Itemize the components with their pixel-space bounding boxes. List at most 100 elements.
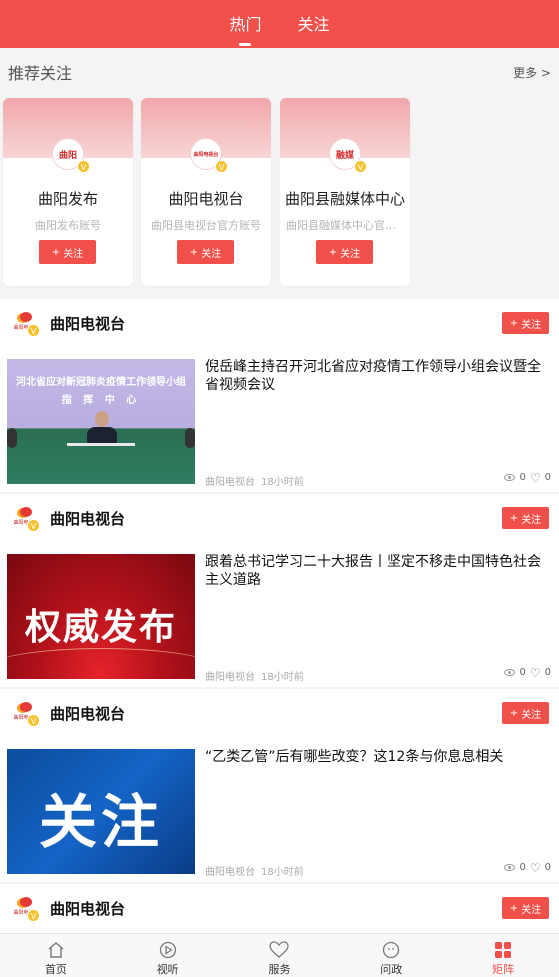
avatar: 曲阳电视台 V (190, 138, 228, 173)
article-stats: 0 ♡ 0 (504, 862, 551, 874)
follow-button[interactable]: + 关注 (39, 240, 96, 264)
follow-button[interactable]: + 关注 (502, 507, 549, 529)
article-thumbnail[interactable]: 河北省应对新冠肺炎疫情工作领导小组 指 挥 中 心 (7, 359, 195, 484)
view-count: 0 (519, 862, 526, 873)
thumbnail-caption: 指 挥 中 心 (61, 395, 141, 406)
plus-icon: + (51, 246, 61, 258)
verified-icon: V (27, 519, 40, 532)
article-source: 曲阳电视台 (205, 477, 255, 488)
heart-icon[interactable]: ♡ (530, 862, 541, 874)
channel-logo: 曲阳电视台 V (14, 311, 40, 337)
nav-home[interactable]: 首页 (0, 934, 112, 977)
nav-matrix[interactable]: 矩阵 (447, 934, 559, 977)
article-title[interactable]: “乙类乙管”后有哪些改变？这12条与你息息相关 (205, 748, 549, 766)
eye-icon (504, 474, 516, 481)
follow-label: 关注 (201, 248, 222, 260)
channel-name[interactable]: 曲阳电视台 (50, 313, 125, 334)
article-stats: 0 ♡ 0 (504, 472, 551, 484)
view-count: 0 (519, 472, 526, 483)
plus-icon: + (328, 246, 338, 258)
thumbnail-caption: 权威发布 (24, 607, 177, 648)
thumbnail-caption: 关注 (38, 788, 163, 856)
like-count: 0 (544, 667, 551, 678)
follow-label: 关注 (521, 709, 542, 721)
view-count: 0 (519, 667, 526, 678)
verified-icon: V (215, 160, 228, 173)
channel-name[interactable]: 曲阳电视台 (50, 898, 125, 919)
article-time: 18小时前 (261, 672, 304, 683)
avatar: 曲阳 V (52, 138, 90, 173)
article-title[interactable]: 跟着总书记学习二十大报告丨坚定不移走中国特色社会主义道路 (205, 553, 549, 589)
recommend-card[interactable]: 曲阳电视台 V 曲阳电视台 曲阳县电视台官方账号 + 关注 (141, 98, 271, 286)
nav-label: 问政 (380, 963, 403, 976)
recommend-card[interactable]: 曲阳 V 曲阳发布 曲阳发布账号 + 关注 (3, 98, 133, 286)
follow-button[interactable]: + 关注 (502, 702, 549, 724)
card-name: 曲阳电视台 (168, 190, 244, 208)
top-tab-bar: 热门 关注 (0, 0, 559, 48)
follow-label: 关注 (63, 248, 84, 260)
avatar: 融媒 V (329, 138, 367, 173)
card-name: 曲阳县融媒体中心 (284, 190, 405, 208)
nav-media[interactable]: 视听 (112, 934, 224, 977)
article-thumbnail[interactable]: 权威发布 (7, 554, 195, 679)
plus-icon: + (509, 902, 519, 914)
article-time: 18小时前 (261, 867, 304, 878)
follow-label: 关注 (521, 514, 542, 526)
nav-label: 服务 (268, 963, 291, 976)
verified-icon: V (27, 324, 40, 337)
more-link[interactable]: 更多 > (513, 64, 551, 81)
tab-hot[interactable]: 热门 (221, 0, 269, 48)
feed-item[interactable]: 曲阳电视台 V 曲阳电视台 + 关注 权威发布 跟着总书记学习二十大报告丨坚定不移… (0, 494, 559, 687)
follow-button[interactable]: + 关注 (177, 240, 234, 264)
verified-icon: V (77, 160, 90, 173)
feed-item[interactable]: 曲阳电视台 V 曲阳电视台 + 关注 河北省应对新冠肺炎疫情工作领导小组 指 挥 … (0, 299, 559, 492)
channel-name[interactable]: 曲阳电视台 (50, 703, 125, 724)
channel-name[interactable]: 曲阳电视台 (50, 508, 125, 529)
article-source: 曲阳电视台 (205, 867, 255, 878)
chat-icon (381, 940, 401, 960)
tab-following[interactable]: 关注 (290, 0, 338, 48)
follow-label: 关注 (521, 904, 542, 916)
follow-label: 关注 (521, 319, 542, 331)
nav-service[interactable]: 服务 (224, 934, 336, 977)
card-desc: 曲阳发布账号 (35, 219, 101, 232)
channel-logo: 曲阳电视台 V (14, 506, 40, 532)
follow-button[interactable]: + 关注 (316, 240, 373, 264)
article-meta: 曲阳电视台 18小时前 (205, 668, 304, 683)
channel-logo: 曲阳电视台 V (14, 896, 40, 922)
play-icon (158, 940, 178, 960)
article-meta: 曲阳电视台 18小时前 (205, 473, 304, 488)
plus-icon: + (509, 512, 519, 524)
feed-header: 曲阳电视台 V 曲阳电视台 + 关注 (0, 689, 559, 739)
feed-item[interactable]: 曲阳电视台 V 曲阳电视台 + 关注 关注 “乙类乙管”后有哪些改变？这12条与你… (0, 689, 559, 882)
recommend-card[interactable]: 融媒 V 曲阳县融媒体中心 曲阳县融媒体中心官方... + 关注 (280, 98, 410, 286)
channel-logo: 曲阳电视台 V (14, 701, 40, 727)
article-source: 曲阳电视台 (205, 672, 255, 683)
verified-icon: V (27, 909, 40, 922)
verified-icon: V (354, 160, 367, 173)
recommend-title: 推荐关注 (8, 64, 73, 83)
heart-icon[interactable]: ♡ (530, 472, 541, 484)
follow-button[interactable]: + 关注 (502, 312, 549, 334)
feed-item[interactable]: 曲阳电视台 V 曲阳电视台 + 关注 (0, 884, 559, 933)
article-title[interactable]: 倪岳峰主持召开河北省应对疫情工作领导小组会议暨全省视频会议 (205, 358, 549, 394)
like-count: 0 (544, 472, 551, 483)
home-icon (46, 940, 66, 960)
feed-header: 曲阳电视台 V 曲阳电视台 + 关注 (0, 299, 559, 349)
thumbnail-caption: 河北省应对新冠肺炎疫情工作领导小组 (16, 377, 186, 388)
nav-inquiry[interactable]: 问政 (335, 934, 447, 977)
card-name: 曲阳发布 (37, 190, 98, 208)
plus-icon: + (509, 707, 519, 719)
heart-icon[interactable]: ♡ (530, 667, 541, 679)
bottom-nav: 首页 视听 服务 问政 矩阵 (0, 933, 559, 977)
card-desc: 曲阳县电视台官方账号 (151, 219, 261, 232)
card-desc: 曲阳县融媒体中心官方... (286, 219, 404, 232)
plus-icon: + (189, 246, 199, 258)
nav-label: 首页 (44, 963, 67, 976)
heart-icon (269, 940, 290, 960)
follow-button[interactable]: + 关注 (502, 897, 549, 919)
article-thumbnail[interactable]: 关注 (7, 749, 195, 874)
recommend-header: 推荐关注 更多 > (0, 48, 559, 96)
eye-icon (504, 669, 516, 676)
article-time: 18小时前 (261, 477, 304, 488)
